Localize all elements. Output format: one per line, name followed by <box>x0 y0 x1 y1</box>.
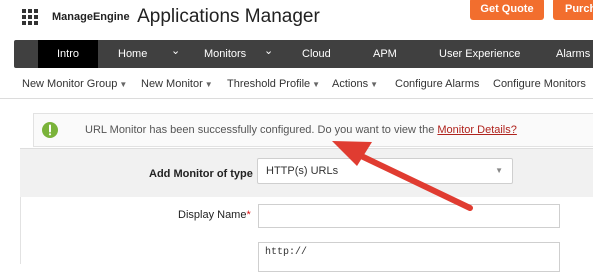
nav-home[interactable]: Home <box>118 40 147 68</box>
subnav-label: New Monitor <box>141 78 203 90</box>
purchase-button[interactable]: Purch <box>553 0 593 20</box>
nav-monitors[interactable]: Monitors <box>204 40 246 68</box>
monitor-type-label: Add Monitor of type <box>149 168 253 180</box>
monitor-details-link[interactable]: Monitor Details? <box>437 124 516 136</box>
subnav-label: Threshold Profile <box>227 78 311 90</box>
nav-intro[interactable]: Intro <box>38 40 98 68</box>
display-name-label: Display Name* <box>178 209 251 221</box>
caret-down-icon: ▼ <box>204 80 213 89</box>
subnav-configure-alarms[interactable]: Configure Alarms <box>395 70 479 98</box>
monitor-type-value: HTTP(s) URLs <box>266 165 339 177</box>
brand-product: Applications Manager <box>137 6 320 27</box>
display-name-row: Display Name* http:// <box>20 197 593 272</box>
monitor-type-row: Add Monitor of type HTTP(s) URLs ▼ <box>20 148 593 198</box>
success-message: URL Monitor has been successfully config… <box>33 113 593 147</box>
subnav-new-monitor[interactable]: New Monitor ▼ <box>141 70 213 98</box>
success-text: URL Monitor has been successfully config… <box>85 124 517 136</box>
subnav-new-monitor-group[interactable]: New Monitor Group ▼ <box>22 70 127 98</box>
nav-apm[interactable]: APM <box>373 40 397 68</box>
subnav-actions[interactable]: Actions ▼ <box>332 70 378 98</box>
display-name-input[interactable] <box>258 204 560 228</box>
success-message-text: URL Monitor has been successfully config… <box>85 124 438 136</box>
display-name-text: Display Name <box>178 209 247 221</box>
caret-down-icon: ▼ <box>119 80 128 89</box>
nav-user-experience[interactable]: User Experience <box>439 40 520 68</box>
chevron-down-icon: ▼ <box>495 166 503 175</box>
app-header: ManageEngine Applications Manager Get Qu… <box>0 0 593 38</box>
nav-home-dropdown-icon[interactable]: ⌄ <box>171 37 180 65</box>
caret-down-icon: ▼ <box>312 80 321 89</box>
url-textarea[interactable]: http:// <box>258 242 560 272</box>
required-mark: * <box>246 209 251 221</box>
nav-monitors-dropdown-icon[interactable]: ⌄ <box>264 37 273 65</box>
caret-down-icon: ▼ <box>370 80 378 89</box>
get-quote-button[interactable]: Get Quote <box>470 0 544 20</box>
brand-vendor: ManageEngine <box>52 11 130 23</box>
check-circle-icon <box>42 122 58 138</box>
product-logo: ManageEngine Applications Manager <box>52 6 320 28</box>
sub-nav: New Monitor Group ▼ New Monitor ▼ Threshol… <box>0 70 593 99</box>
subnav-configure-monitors[interactable]: Configure Monitors <box>493 70 586 98</box>
main-nav: Intro Home ⌄ Monitors ⌄ Cloud APM User E… <box>14 40 593 68</box>
monitor-type-select[interactable]: HTTP(s) URLs ▼ <box>257 158 513 184</box>
subnav-threshold-profile[interactable]: Threshold Profile ▼ <box>227 70 320 98</box>
nav-cloud[interactable]: Cloud <box>302 40 331 68</box>
app-grid-icon[interactable] <box>22 9 38 25</box>
subnav-label: Actions <box>332 78 369 90</box>
nav-alarms[interactable]: Alarms <box>556 40 590 68</box>
subnav-label: New Monitor Group <box>22 78 118 90</box>
